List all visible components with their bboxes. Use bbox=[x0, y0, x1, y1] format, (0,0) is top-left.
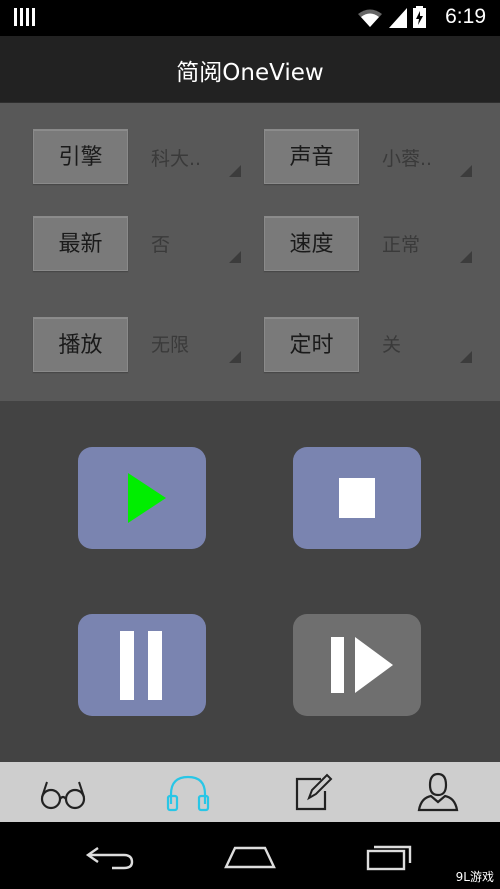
pause-icon bbox=[120, 631, 162, 700]
watermark: 9L游戏 bbox=[455, 870, 494, 884]
recents-icon bbox=[366, 845, 412, 871]
system-nav-bar: 9L游戏 bbox=[0, 822, 500, 889]
play-icon bbox=[128, 473, 166, 523]
latest-button[interactable]: 最新 bbox=[33, 216, 128, 271]
status-bar: 6:19 bbox=[0, 0, 500, 36]
timer-value: 关 bbox=[382, 334, 402, 356]
engine-value: 科大.. bbox=[151, 148, 202, 170]
recents-button[interactable] bbox=[350, 836, 430, 876]
profile-icon bbox=[417, 772, 458, 812]
clock: 6:19 bbox=[445, 5, 486, 28]
voice-select[interactable]: 小蓉.. bbox=[382, 139, 472, 183]
home-button[interactable] bbox=[210, 836, 290, 876]
engine-button[interactable]: 引擎 bbox=[33, 129, 128, 184]
glasses-icon bbox=[40, 781, 85, 810]
player-controls bbox=[0, 401, 500, 762]
action-bar: 简阅OneView bbox=[0, 36, 500, 103]
stop-button[interactable] bbox=[293, 447, 421, 549]
playback-select[interactable]: 无限 bbox=[151, 325, 241, 369]
edit-icon bbox=[295, 773, 332, 811]
pause-button[interactable] bbox=[78, 614, 206, 716]
app-title: 简阅OneView bbox=[176, 60, 324, 86]
engine-select[interactable]: 科大.. bbox=[151, 139, 241, 183]
voice-button[interactable]: 声音 bbox=[264, 129, 359, 184]
headphones-icon bbox=[166, 775, 209, 812]
tab-profile[interactable] bbox=[375, 762, 500, 822]
dropdown-arrow-icon bbox=[229, 351, 241, 363]
back-icon bbox=[85, 847, 134, 870]
play-button[interactable] bbox=[78, 447, 206, 549]
next-icon bbox=[331, 637, 393, 693]
dropdown-arrow-icon bbox=[460, 251, 472, 263]
tab-listen[interactable] bbox=[125, 762, 250, 822]
wifi-icon bbox=[358, 9, 382, 27]
dropdown-arrow-icon bbox=[229, 165, 241, 177]
next-button[interactable] bbox=[293, 614, 421, 716]
tab-read[interactable] bbox=[0, 762, 125, 822]
battery-icon bbox=[413, 6, 426, 28]
settings-panel: 引擎 科大.. 声音 小蓉.. 最新 否 速度 正常 播放 无限 定时 关 bbox=[0, 103, 500, 401]
signal-icon bbox=[389, 8, 407, 28]
voice-value: 小蓉.. bbox=[382, 148, 433, 170]
latest-select[interactable]: 否 bbox=[151, 225, 241, 269]
status-icons bbox=[357, 6, 426, 28]
back-button[interactable] bbox=[70, 836, 150, 876]
timer-select[interactable]: 关 bbox=[382, 325, 472, 369]
speed-select[interactable]: 正常 bbox=[382, 225, 472, 269]
tab-write[interactable] bbox=[250, 762, 375, 822]
notification-icon bbox=[14, 8, 35, 26]
dropdown-arrow-icon bbox=[229, 251, 241, 263]
speed-value: 正常 bbox=[382, 234, 421, 256]
home-icon bbox=[224, 846, 276, 869]
speed-button[interactable]: 速度 bbox=[264, 216, 359, 271]
playback-button[interactable]: 播放 bbox=[33, 317, 128, 372]
stop-icon bbox=[339, 478, 375, 518]
tab-bar bbox=[0, 762, 500, 822]
dropdown-arrow-icon bbox=[460, 351, 472, 363]
playback-value: 无限 bbox=[151, 334, 190, 356]
latest-value: 否 bbox=[151, 234, 171, 256]
timer-button[interactable]: 定时 bbox=[264, 317, 359, 372]
dropdown-arrow-icon bbox=[460, 165, 472, 177]
